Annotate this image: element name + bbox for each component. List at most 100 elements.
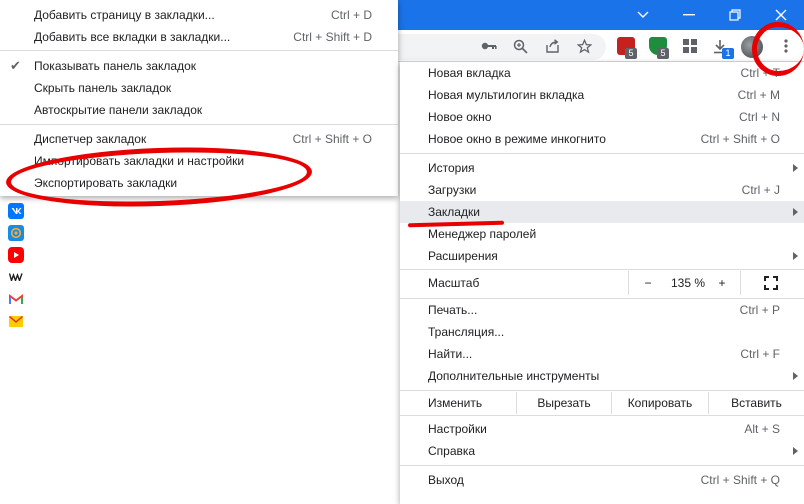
- menu-item-bookmarks[interactable]: Закладки: [400, 201, 804, 223]
- wildberries-icon[interactable]: [8, 269, 24, 285]
- menu-item-label: Добавить все вкладки в закладки...: [34, 30, 231, 44]
- menu-item-label: Новая мультилогин вкладка: [428, 88, 585, 102]
- menu-separator: [400, 415, 804, 416]
- menu-item-password-manager[interactable]: Менеджер паролей: [400, 223, 804, 245]
- extension-badge: 5: [625, 48, 637, 59]
- chevron-right-icon: [793, 208, 798, 216]
- menu-item-label: История: [428, 161, 475, 175]
- gmail-icon[interactable]: [8, 291, 24, 307]
- chevron-right-icon: [793, 447, 798, 455]
- copy-button[interactable]: Копировать: [612, 392, 708, 414]
- menu-item-hide-bookmarks-bar[interactable]: Скрыть панель закладок: [0, 77, 398, 99]
- menu-item-label: Новая вкладка: [428, 66, 511, 80]
- star-icon[interactable]: [573, 35, 595, 57]
- menu-item-label: Настройки: [428, 422, 487, 436]
- minimize-icon[interactable]: [666, 0, 712, 30]
- mail-ru-icon[interactable]: [8, 225, 24, 241]
- menu-separator: [400, 390, 804, 391]
- edit-row: Изменить Вырезать Копировать Вставить: [400, 392, 804, 414]
- shortcut-label: Ctrl + J: [741, 183, 780, 197]
- vk-icon[interactable]: [8, 203, 24, 219]
- menu-item-incognito[interactable]: Новое окно в режиме инкогнито Ctrl + Shi…: [400, 128, 804, 150]
- menu-item-help[interactable]: Справка: [400, 440, 804, 462]
- menu-item-label: Выход: [428, 473, 464, 487]
- shortcut-label: Ctrl + D: [330, 8, 372, 22]
- menu-item-autohide-bookmarks-bar[interactable]: Автоскрытие панели закладок: [0, 99, 398, 121]
- menu-item-label: Загрузки: [428, 183, 477, 197]
- zoom-level: 135 %: [670, 276, 706, 290]
- menu-item-exit[interactable]: Выход Ctrl + Shift + Q: [400, 469, 804, 491]
- paste-button[interactable]: Вставить: [709, 392, 804, 414]
- tab-search-icon[interactable]: [620, 0, 666, 30]
- restore-icon[interactable]: [712, 0, 758, 30]
- annotation-circle-menu: [752, 22, 804, 76]
- menu-item-label: Менеджер паролей: [428, 227, 537, 241]
- menu-item-add-page-bookmark[interactable]: Добавить страницу в закладки... Ctrl + D: [0, 4, 398, 26]
- shortcut-label: Ctrl + Shift + Q: [700, 473, 780, 487]
- divider: [628, 271, 629, 295]
- shortcut-label: Ctrl + N: [738, 110, 780, 124]
- screen: 5 5 1 Добавить страницу в закладки... Ct…: [0, 0, 804, 504]
- shortcut-label: Ctrl + Shift + D: [293, 30, 372, 44]
- menu-item-more-tools[interactable]: Дополнительные инструменты: [400, 365, 804, 387]
- menu-item-settings[interactable]: Настройки Alt + S: [400, 418, 804, 440]
- menu-item-label: Автоскрытие панели закладок: [34, 103, 203, 117]
- menu-item-label: Показывать панель закладок: [34, 59, 197, 73]
- menu-separator: [400, 465, 804, 466]
- menu-item-find[interactable]: Найти... Ctrl + F: [400, 343, 804, 365]
- divider: [740, 271, 741, 295]
- menu-item-show-bookmarks-bar[interactable]: ✔ Показывать панель закладок: [0, 55, 398, 77]
- shortcut-label: Alt + S: [744, 422, 780, 436]
- shortcut-label: Ctrl + Shift + O: [700, 132, 780, 146]
- menu-item-bookmark-all-tabs[interactable]: Добавить все вкладки в закладки... Ctrl …: [0, 26, 398, 48]
- key-icon[interactable]: [478, 35, 500, 57]
- menu-item-label: Диспетчер закладок: [34, 132, 147, 146]
- menu-item-label: Дополнительные инструменты: [428, 369, 600, 383]
- menu-item-label: Масштаб: [428, 276, 480, 290]
- shortcut-label: Ctrl + P: [739, 303, 780, 317]
- shortcut-label: Ctrl + F: [740, 347, 780, 361]
- menu-separator: [0, 50, 398, 51]
- menu-item-print[interactable]: Печать... Ctrl + P: [400, 299, 804, 321]
- menu-item-label: Печать...: [428, 303, 478, 317]
- menu-item-label: Изменить: [428, 396, 483, 410]
- chevron-right-icon: [793, 252, 798, 260]
- download-badge: 1: [722, 48, 734, 59]
- menu-item-label: Новое окно в режиме инкогнито: [428, 132, 606, 146]
- menu-item-label: Закладки: [428, 205, 480, 219]
- yandex-mail-icon[interactable]: [8, 313, 24, 329]
- fullscreen-icon[interactable]: [764, 276, 778, 290]
- menu-item-label: Добавить страницу в закладки...: [34, 8, 215, 22]
- shortcut-label: Ctrl + M: [737, 88, 780, 102]
- check-icon: ✔: [10, 58, 21, 73]
- extension-badge: 5: [657, 48, 669, 59]
- chevron-right-icon: [793, 372, 798, 380]
- menu-item-history[interactable]: История: [400, 157, 804, 179]
- zoom-in-button[interactable]: +: [714, 276, 730, 290]
- chevron-right-icon: [793, 164, 798, 172]
- shortcut-label: Ctrl + Shift + O: [292, 132, 372, 146]
- menu-item-extensions[interactable]: Расширения: [400, 245, 804, 267]
- menu-item-new-tab[interactable]: Новая вкладка Ctrl + T: [400, 62, 804, 84]
- menu-item-cast[interactable]: Трансляция...: [400, 321, 804, 343]
- menu-item-label: Справка: [428, 444, 476, 458]
- menu-item-label: Найти...: [428, 347, 473, 361]
- menu-item-new-multilogin-tab[interactable]: Новая мультилогин вкладка Ctrl + M: [400, 84, 804, 106]
- menu-separator: [0, 124, 398, 125]
- menu-item-label: Скрыть панель закладок: [34, 81, 172, 95]
- menu-item-label: Расширения: [428, 249, 498, 263]
- menu-item-new-window[interactable]: Новое окно Ctrl + N: [400, 106, 804, 128]
- zoom-out-button[interactable]: −: [640, 276, 656, 290]
- youtube-icon[interactable]: [8, 247, 24, 263]
- cut-button[interactable]: Вырезать: [517, 392, 611, 414]
- title-bar: [398, 0, 804, 30]
- menu-item-downloads[interactable]: Загрузки Ctrl + J: [400, 179, 804, 201]
- zoom-icon[interactable]: [509, 35, 531, 57]
- share-icon[interactable]: [541, 35, 563, 57]
- menu-item-label: Новое окно: [428, 110, 492, 124]
- menu-separator: [400, 153, 804, 154]
- menu-item-label: Трансляция...: [428, 325, 505, 339]
- main-menu: Новая вкладка Ctrl + T Новая мультилогин…: [400, 62, 804, 504]
- zoom-row: Масштаб − 135 % +: [400, 268, 804, 298]
- extensions-puzzle-icon[interactable]: [679, 35, 701, 57]
